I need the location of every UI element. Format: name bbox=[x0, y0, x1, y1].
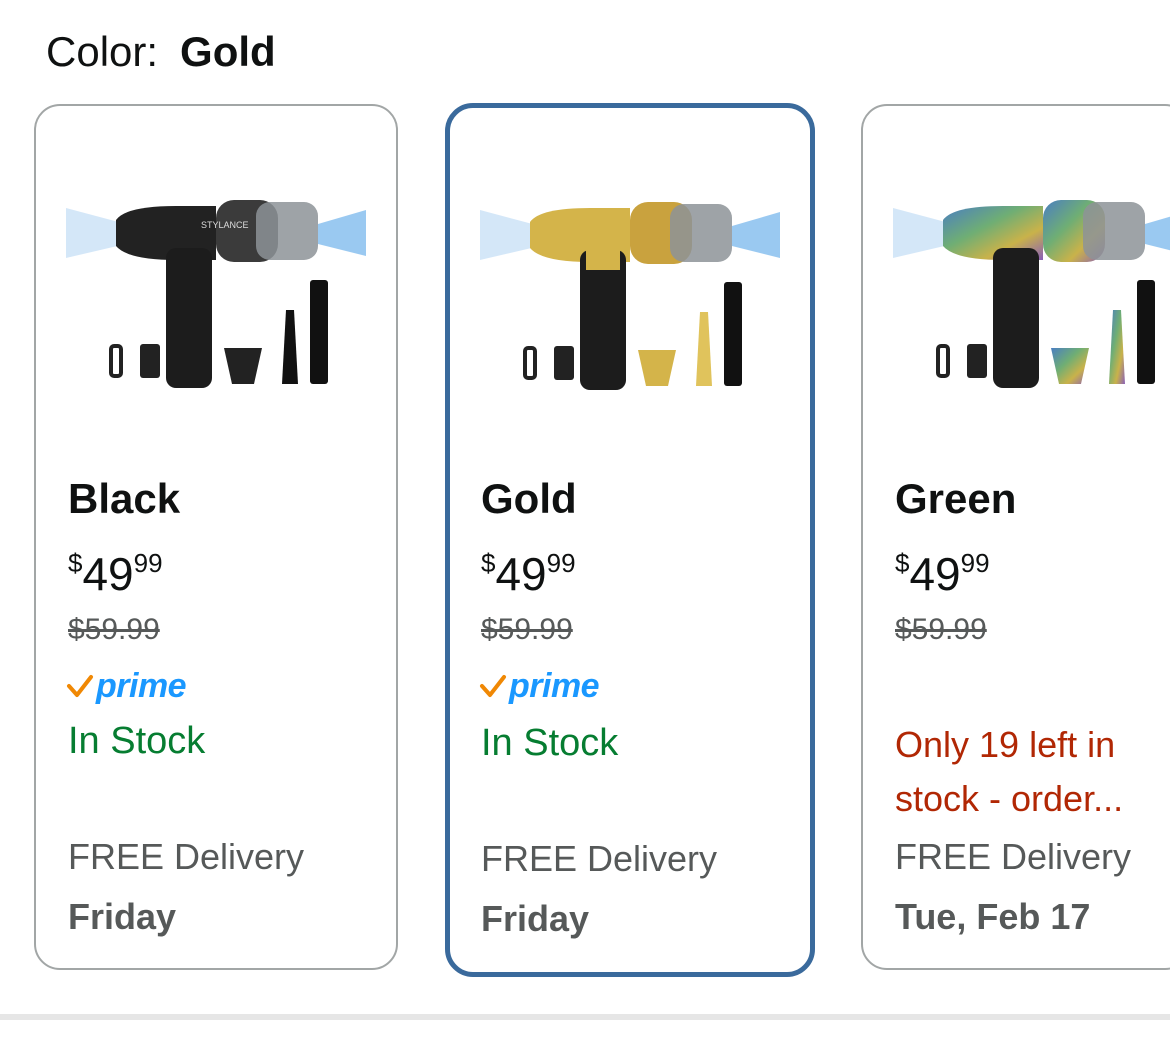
list-price: $59.99 bbox=[895, 613, 987, 646]
option-price: $4999 bbox=[68, 548, 163, 600]
selected-color-value: Gold bbox=[180, 28, 276, 75]
option-name: Gold bbox=[481, 475, 577, 522]
delivery-label: FREE Delivery bbox=[481, 838, 718, 879]
color-option-green[interactable]: Green $4999 $59.99 Only 19 left in stock… bbox=[861, 104, 1170, 970]
svg-text:STYLANCE: STYLANCE bbox=[201, 220, 249, 230]
color-label: Color: bbox=[46, 28, 159, 75]
delivery-day: Friday bbox=[68, 896, 177, 937]
delivery-day: Friday bbox=[481, 898, 590, 939]
delivery-label: FREE Delivery bbox=[895, 836, 1132, 877]
product-image-green bbox=[893, 200, 1170, 388]
option-price: $4999 bbox=[481, 548, 576, 600]
option-price: $4999 bbox=[895, 548, 990, 600]
section-divider bbox=[0, 1014, 1170, 1020]
option-name: Black bbox=[68, 475, 181, 522]
availability-status: In Stock bbox=[481, 722, 619, 764]
list-price: $59.99 bbox=[481, 613, 573, 646]
color-option-black[interactable]: STYLANCE Black $4999 $59.99 prime In Sto… bbox=[34, 104, 398, 970]
check-mark-icon bbox=[67, 675, 93, 697]
availability-status: In Stock bbox=[68, 720, 206, 762]
list-price: $59.99 bbox=[68, 613, 160, 646]
product-image-black: STYLANCE bbox=[66, 200, 366, 388]
delivery-day: Tue, Feb 17 bbox=[895, 896, 1091, 937]
product-image-gold bbox=[480, 202, 780, 390]
check-mark-icon bbox=[480, 675, 506, 697]
prime-badge: prime bbox=[479, 666, 600, 706]
color-option-gold[interactable]: Gold $4999 $59.99 prime In Stock FREE De… bbox=[445, 103, 815, 977]
color-selector-header: Color: Gold bbox=[46, 26, 276, 78]
availability-status: Only 19 left in stock - order... bbox=[895, 724, 1124, 819]
prime-badge: prime bbox=[66, 666, 187, 706]
delivery-label: FREE Delivery bbox=[68, 836, 305, 877]
option-name: Green bbox=[895, 475, 1017, 522]
